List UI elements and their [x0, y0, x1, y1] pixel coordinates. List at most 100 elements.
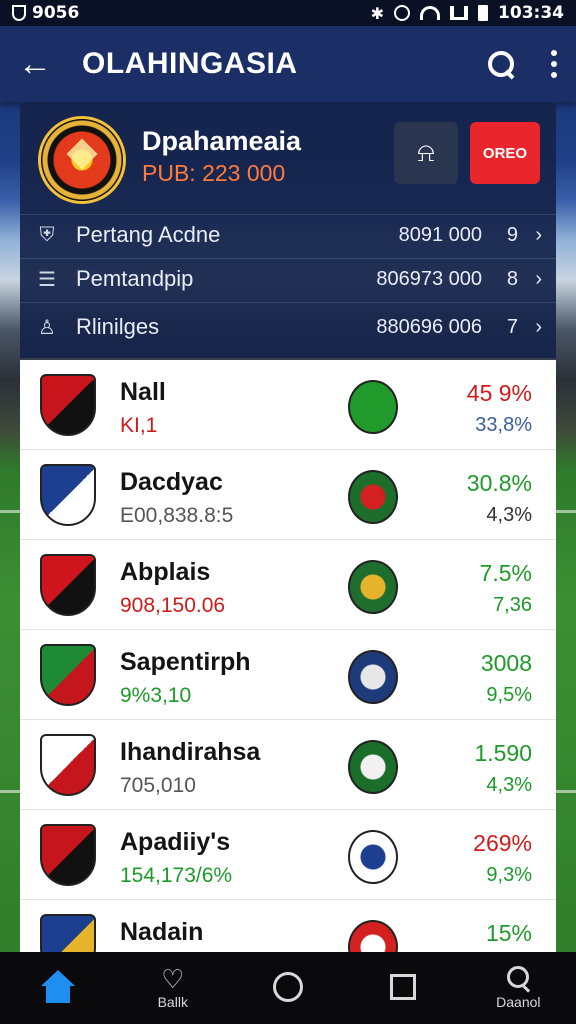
header-row-count: 7 — [506, 315, 518, 338]
chevron-right-icon: › — [535, 223, 542, 246]
team-badge-icon — [348, 830, 398, 884]
team-crest-icon — [40, 914, 96, 952]
list-icon: ☰ — [38, 268, 56, 291]
header-row-value: 880696 006 — [376, 315, 482, 338]
page-title: OLAHINGASIA — [82, 47, 298, 80]
bluetooth-icon: ✱ — [370, 3, 385, 23]
more-options-icon[interactable] — [550, 50, 558, 78]
team-stat-primary: 7.5% — [479, 560, 532, 586]
bell-icon: ⍾ — [417, 137, 435, 167]
bottom-navigation: ♡ Ballk Daanol — [0, 952, 576, 1024]
team-badge-icon — [348, 560, 398, 614]
status-left-text: 9056 — [32, 3, 80, 23]
team-name: Ihandirahsa — [120, 738, 261, 766]
team-stat-secondary: 9,3% — [486, 864, 532, 886]
back-arrow-icon[interactable]: ← — [18, 47, 64, 81]
club-header-card: Dpahameaia PUB: 223 000 ⍾ OREO ⛨ Pertang… — [20, 102, 556, 358]
team-row[interactable]: Apadiiy's 154,173/6% 269% 9,3% — [20, 810, 556, 900]
team-row[interactable]: Abplais 908,150.06 7.5% 7,36 — [20, 540, 556, 630]
team-crest-icon — [40, 464, 96, 526]
team-stat-primary: 3008 — [480, 650, 532, 676]
team-crest-icon — [40, 734, 96, 796]
team-stat-secondary: 4,3% — [486, 504, 532, 526]
search-icon[interactable] — [486, 49, 516, 79]
team-value: 9%3,10 — [120, 684, 192, 707]
team-list: Nall KI,1 45 9% 33,8% Dacdyac E00,838.8:5 30.8… — [20, 360, 556, 952]
team-stat-primary: 269% — [473, 830, 532, 856]
nav-favorites[interactable]: ♡ Ballk — [128, 966, 218, 1010]
nav-label: Daanol — [496, 994, 541, 1010]
team-row[interactable]: Nall KI,1 45 9% 33,8% — [20, 360, 556, 450]
team-value: 705,010 — [120, 774, 196, 797]
person-icon: ♙ — [38, 316, 56, 339]
shield-icon: ⛨ — [39, 223, 55, 246]
team-name: Apadiiy's — [120, 828, 231, 856]
team-row[interactable]: Nadain 15% — [20, 900, 556, 952]
team-stat-primary: 15% — [485, 920, 532, 946]
team-row[interactable]: Ihandirahsa 705,010 1.590 4,3% — [20, 720, 556, 810]
header-row-label: Pemtandpip — [76, 266, 194, 291]
header-row[interactable]: ♙ Rlinilges 880696 006 7 › — [36, 306, 542, 348]
team-crest-icon — [40, 554, 96, 616]
header-row[interactable]: ⛨ Pertang Acdne 8091 000 9 › — [36, 214, 543, 256]
team-name: Dacdyac — [120, 468, 223, 496]
app-bar: ← OLAHINGASIA — [0, 26, 576, 102]
team-value: E00,838.8:5 — [120, 504, 234, 527]
action-button[interactable]: OREO — [470, 122, 540, 184]
team-stat-secondary: 33,8% — [475, 414, 532, 436]
team-crest-icon — [40, 374, 96, 436]
status-time: 103:34 — [498, 3, 564, 23]
team-stat-secondary: 4,3% — [486, 774, 532, 796]
header-row[interactable]: ☰ Pemtandpip 806973 000 8 › — [36, 258, 542, 300]
team-name: Nadain — [120, 918, 204, 946]
nav-search[interactable]: Daanol — [473, 966, 563, 1010]
team-badge-icon — [348, 380, 398, 434]
team-stat-primary: 1.590 — [474, 740, 532, 766]
team-stat-primary: 45 9% — [466, 380, 532, 406]
team-stat-primary: 30.8% — [466, 470, 532, 496]
notification-button[interactable]: ⍾ — [394, 122, 458, 184]
team-badge-icon — [348, 650, 398, 704]
alarm-icon — [394, 5, 411, 21]
team-name: Nall — [120, 378, 166, 406]
club-name: Dpahameaia — [142, 126, 302, 156]
team-value: 154,173/6% — [120, 864, 233, 887]
club-logo — [38, 116, 126, 204]
team-badge-icon — [348, 470, 398, 524]
header-row-count: 8 — [506, 267, 518, 290]
team-row[interactable]: Dacdyac E00,838.8:5 30.8% 4,3% — [20, 450, 556, 540]
team-badge-icon — [348, 920, 398, 952]
team-name: Sapentirph — [120, 648, 251, 676]
team-value: KI,1 — [120, 414, 158, 437]
team-crest-icon — [40, 824, 96, 886]
team-row[interactable]: Sapentirph 9%3,10 3008 9,5% — [20, 630, 556, 720]
battery-icon — [478, 5, 489, 21]
shield-status-icon — [12, 5, 26, 21]
chevron-right-icon: › — [535, 267, 542, 290]
square-icon — [390, 974, 417, 1000]
team-stat-secondary: 9,5% — [486, 684, 532, 706]
header-row-label: Pertang Acdne — [76, 222, 221, 247]
search-icon — [505, 966, 531, 992]
header-row-value: 806973 000 — [376, 267, 482, 290]
club-price: PUB: 223 000 — [142, 160, 286, 186]
divider — [20, 302, 556, 303]
nav-label: Ballk — [157, 994, 188, 1010]
nav-circle[interactable] — [243, 972, 333, 1004]
header-row-value: 8091 000 — [398, 223, 482, 246]
status-bar: 9056 ✱ 103:34 — [0, 0, 576, 26]
team-value: 908,150.06 — [120, 594, 226, 617]
team-crest-icon — [40, 644, 96, 706]
signal-icon — [450, 6, 469, 20]
wifi-icon — [420, 6, 441, 20]
nav-square[interactable] — [358, 974, 448, 1002]
team-stat-secondary: 7,36 — [493, 594, 532, 616]
team-name: Abplais — [120, 558, 211, 586]
circle-icon — [272, 972, 303, 1002]
nav-home[interactable] — [13, 970, 103, 1006]
header-row-label: Rlinilges — [76, 314, 160, 339]
heart-icon: ♡ — [161, 964, 185, 994]
team-badge-icon — [348, 740, 398, 794]
chevron-right-icon: › — [535, 315, 542, 338]
header-row-count: 9 — [506, 223, 518, 246]
